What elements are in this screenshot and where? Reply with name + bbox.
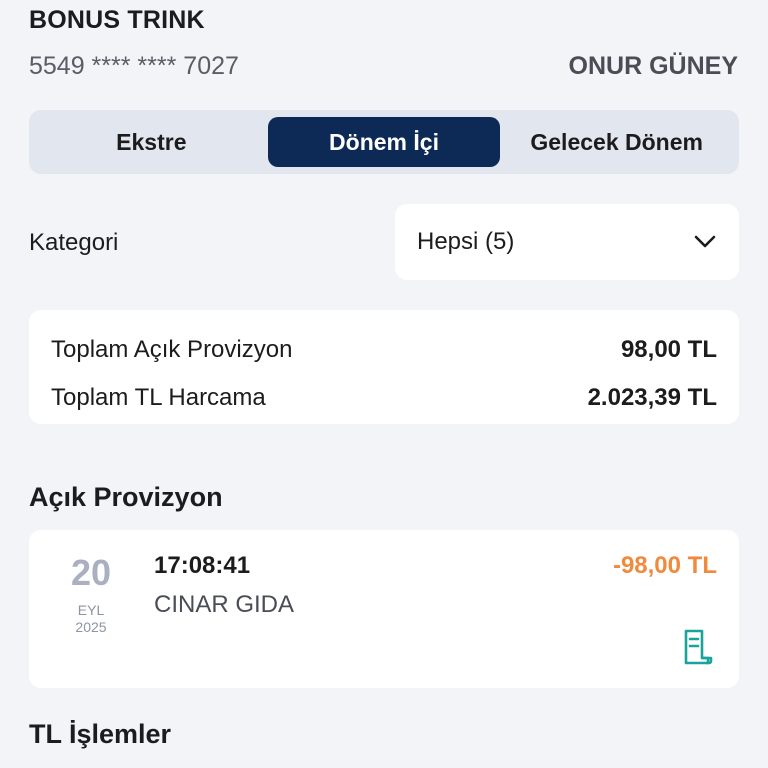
tl-spend-total-value: 2.023,39 TL: [587, 384, 717, 411]
period-tabs: Ekstre Dönem İçi Gelecek Dönem: [29, 110, 739, 174]
receipt-icon[interactable]: [680, 628, 714, 671]
category-dropdown[interactable]: Hepsi (5): [395, 204, 739, 280]
summary-card: Toplam Açık Provizyon 98,00 TL Toplam TL…: [29, 310, 739, 424]
transaction-merchant: CINAR GIDA: [154, 591, 295, 618]
tab-ekstre[interactable]: Ekstre: [35, 117, 268, 167]
card-number: 5549 **** **** 7027: [29, 52, 239, 80]
transaction-amount: -98,00 TL: [612, 552, 717, 579]
category-label: Kategori: [29, 229, 119, 256]
open-provision-heading: Açık Provizyon: [29, 482, 223, 512]
transactions-screen: BONUS TRINK 5549 **** **** 7027 ONUR GÜN…: [0, 0, 768, 768]
transaction-day: 20: [70, 552, 112, 593]
open-provision-total-label: Toplam Açık Provizyon: [51, 336, 293, 363]
transaction-year: 2025: [75, 619, 107, 635]
transaction-card[interactable]: 20 EYL 2025 17:08:41 CINAR GIDA -98,00 T…: [29, 530, 739, 688]
tl-spend-total-label: Toplam TL Harcama: [51, 384, 266, 411]
card-name: BONUS TRINK: [29, 6, 205, 34]
tab-gelecek-donem[interactable]: Gelecek Dönem: [500, 117, 733, 167]
open-provision-total-row: Toplam Açık Provizyon 98,00 TL: [51, 326, 717, 374]
transaction-time: 17:08:41: [154, 552, 251, 579]
card-owner: ONUR GÜNEY: [568, 52, 738, 80]
tl-transactions-heading: TL İşlemler: [29, 719, 172, 749]
transaction-date: 20 EYL 2025: [59, 552, 123, 636]
chevron-down-icon: [693, 234, 717, 250]
tab-donem-ici[interactable]: Dönem İçi: [267, 117, 501, 167]
transaction-month: EYL: [77, 602, 105, 618]
open-provision-total-value: 98,00 TL: [620, 336, 717, 363]
tl-spend-total-row: Toplam TL Harcama 2.023,39 TL: [51, 374, 717, 422]
category-value: Hepsi (5): [417, 228, 515, 255]
